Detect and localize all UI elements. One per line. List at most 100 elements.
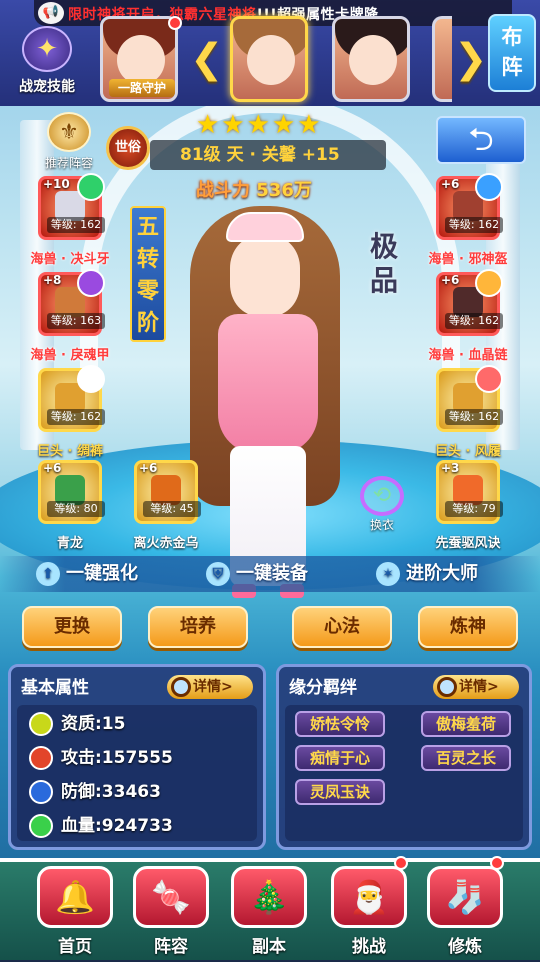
one-key-equip-button[interactable]: ⛨ 一键装备: [206, 560, 308, 588]
formation-button[interactable]: 布 阵: [488, 14, 536, 92]
hero-portrait-3[interactable]: [332, 16, 410, 102]
gem-icon: [77, 269, 105, 297]
one-key-strengthen-button[interactable]: ⬆ 一键强化: [36, 560, 138, 588]
quick-action-bar: ⬆ 一键强化 ⛨ 一键装备 ✶ 进阶大师: [0, 556, 540, 592]
back-button[interactable]: ⮌: [436, 116, 526, 164]
nav-label: 修炼: [448, 937, 482, 957]
swap-outfit-button[interactable]: ⟲ 换衣: [356, 476, 408, 532]
equip-slot-weapon[interactable]: +10 等级: 162: [38, 173, 105, 240]
equip-slot-armor[interactable]: +8 等级: 163: [38, 269, 105, 336]
attributes-body: 资质:15 攻击:157555 防御:33463 血量:924733: [17, 705, 257, 841]
attr-attack: 攻击:157555: [29, 743, 173, 773]
hero-portrait-1[interactable]: 一路守护: [100, 16, 178, 102]
refine-button[interactable]: 炼神: [418, 606, 518, 648]
next-hero-arrow[interactable]: ❯: [454, 36, 488, 82]
equip-slot-mount-1[interactable]: +6 等级: 80: [38, 460, 105, 524]
equip-icon: ⛨: [206, 562, 230, 586]
pet-skill-button[interactable]: ✦ 战宠技能: [4, 26, 90, 102]
advance-master-button[interactable]: ✶ 进阶大师: [376, 560, 478, 588]
fate-item[interactable]: 灵凤玉诀: [295, 779, 385, 805]
attr-aptitude: 资质:15: [29, 709, 125, 739]
nav-dungeon[interactable]: 🎄 副本: [228, 866, 310, 962]
enhance-level: +10: [43, 177, 70, 191]
equip-level: 等级: 162: [47, 409, 105, 425]
nav-cultivate[interactable]: 🧦 修炼: [424, 866, 506, 962]
mind-method-button[interactable]: 心法: [292, 606, 392, 648]
gem-icon: [77, 173, 105, 201]
swap-label: 换衣: [369, 518, 394, 532]
fate-item[interactable]: 百灵之长: [421, 745, 511, 771]
formation-label-1: 布: [501, 25, 523, 49]
equip-slot-necklace[interactable]: +6 等级: 162: [436, 269, 503, 336]
strengthen-icon: ⬆: [36, 562, 60, 586]
nav-challenge[interactable]: 🎅 挑战: [328, 866, 410, 962]
attr-hp: 血量:924733: [29, 811, 173, 841]
dragon-icon: ✦: [22, 26, 72, 72]
portrait-face: [117, 35, 165, 85]
equip-name: 海兽 · 邪神盔: [428, 252, 508, 267]
replace-button[interactable]: 更换: [22, 606, 122, 648]
equip-label: 一键装备: [236, 563, 308, 584]
equip-slot-boots[interactable]: 等级: 162: [436, 365, 503, 432]
santa-hat-icon: 🎅: [331, 866, 407, 928]
gem-icon: [77, 365, 105, 393]
nav-home[interactable]: 🔔 首页: [34, 866, 116, 962]
equip-level: 等级: 162: [445, 313, 503, 329]
enhance-level: +6: [139, 461, 158, 475]
train-button[interactable]: 培养: [148, 606, 248, 648]
recommend-label: 推荐阵容: [44, 156, 93, 170]
megaphone-icon: 📢: [38, 2, 64, 24]
equip-level: 等级: 163: [47, 313, 105, 329]
lightning-icon: [29, 712, 53, 736]
attributes-title: 基本属性: [21, 678, 89, 698]
fate-item[interactable]: 娇怯令怜: [295, 711, 385, 737]
attr-label: 防御:33463: [61, 782, 161, 802]
world-badge: 世俗: [106, 126, 150, 170]
hero-portrait-4[interactable]: [432, 16, 452, 102]
recommend-lineup-button[interactable]: ⚜ 推荐阵容: [36, 112, 102, 171]
gem-icon: [475, 365, 503, 393]
enhance-level: +3: [441, 461, 460, 475]
fate-detail-button[interactable]: 详情>: [433, 675, 519, 699]
rank-char: 转: [136, 247, 159, 272]
prev-hero-arrow[interactable]: ❮: [190, 36, 224, 82]
equip-slot-pants[interactable]: 等级: 162: [38, 365, 105, 432]
fate-body: 娇怯令怜 傲梅羞荷 痴情于心 百灵之长 灵凤玉诀: [285, 705, 523, 841]
advance-label: 进阶大师: [406, 563, 478, 584]
equip-slot-helmet[interactable]: +6 等级: 162: [436, 173, 503, 240]
hero-title: 81级 天 · 关馨 +15: [150, 140, 386, 170]
gem-icon: [475, 173, 503, 201]
attributes-detail-button[interactable]: 详情>: [167, 675, 253, 699]
detail-label: 详情>: [193, 679, 233, 695]
hero-portrait-2[interactable]: [230, 16, 308, 102]
equip-level: 等级: 45: [143, 501, 201, 517]
portrait-tag: 一路守护: [109, 79, 175, 97]
equip-level: 等级: 162: [445, 409, 503, 425]
equip-level: 等级: 79: [445, 501, 503, 517]
equip-level: 等级: 80: [47, 501, 105, 517]
equip-level: 等级: 162: [445, 217, 503, 233]
fate-title: 缘分羁绊: [289, 678, 357, 698]
hero-face: [230, 236, 300, 316]
enhance-level: +8: [43, 273, 62, 287]
attr-label: 资质:15: [61, 714, 126, 734]
advance-icon: ✶: [376, 562, 400, 586]
equip-slot-mount-2[interactable]: +6 等级: 45: [134, 460, 201, 524]
attr-defense: 防御:33463: [29, 777, 161, 807]
equip-name: 青龙: [56, 536, 83, 551]
strengthen-label: 一键强化: [66, 563, 138, 584]
heart-icon: [29, 814, 53, 838]
swap-icon: ⟲: [360, 476, 404, 516]
equip-name: 海兽 · 决斗牙: [30, 252, 110, 267]
enhance-level: +6: [441, 273, 460, 287]
quality-label: 极 品: [366, 230, 402, 298]
bell-icon: 🔔: [37, 866, 113, 928]
fate-item[interactable]: 痴情于心: [295, 745, 385, 771]
detail-label: 详情>: [459, 679, 499, 695]
attack-icon: [29, 746, 53, 770]
equip-slot-skill[interactable]: +3 等级: 79: [436, 460, 503, 524]
fate-item[interactable]: 傲梅羞荷: [421, 711, 511, 737]
pet-skill-label: 战宠技能: [19, 79, 75, 95]
nav-lineup[interactable]: 🍬 阵容: [130, 866, 212, 962]
portrait-face: [247, 35, 295, 85]
